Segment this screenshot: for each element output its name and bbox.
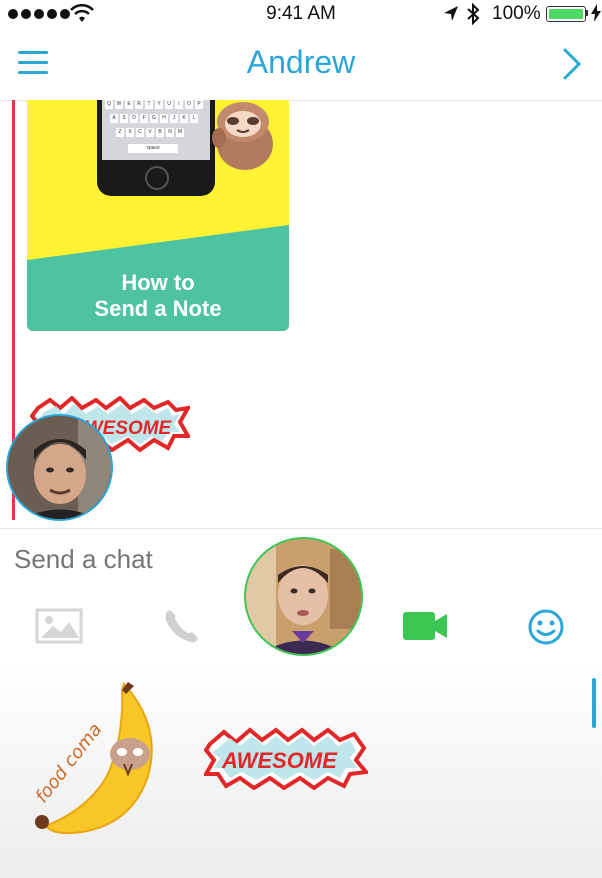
battery-tip [586, 10, 588, 16]
phone-icon[interactable] [162, 606, 202, 646]
charging-bolt-icon [591, 4, 601, 22]
how-to-note-card[interactable]: QWERTYUIOP ASDFGHJKL ZXCVBNM space How t… [27, 100, 289, 331]
chat-title[interactable]: Andrew [0, 44, 602, 81]
smile-icon[interactable] [527, 608, 565, 646]
self-video-avatar[interactable] [244, 537, 363, 656]
keyboard-illustration: QWERTYUIOP ASDFGHJKL ZXCVBNM space [102, 100, 210, 160]
video-icon[interactable] [403, 612, 449, 640]
compose-divider [0, 528, 602, 529]
battery-fill [549, 9, 583, 19]
tray-scrollbar[interactable] [592, 678, 596, 728]
phone-illustration: QWERTYUIOP ASDFGHJKL ZXCVBNM space [97, 100, 215, 196]
card-title-line2: Send a Note [94, 296, 222, 321]
bluetooth-icon [467, 3, 480, 25]
card-title-line1: How to [121, 270, 195, 295]
chevron-right-icon[interactable] [560, 47, 584, 81]
image-icon[interactable] [35, 608, 83, 644]
card-title: How to Send a Note [27, 270, 289, 322]
awesome-sticker-tray-item[interactable]: AWESOME [204, 726, 368, 790]
chat-header: Andrew [0, 28, 602, 101]
andrew-avatar[interactable] [6, 414, 113, 521]
andrew-face [8, 416, 111, 519]
location-arrow-icon [444, 6, 458, 21]
status-bar: 9:41 AM 100% [0, 0, 602, 28]
home-button-illustration [145, 166, 169, 190]
self-face [246, 539, 361, 654]
chat-input[interactable] [14, 544, 254, 575]
battery-percentage: 100% [492, 3, 541, 24]
food-coma-banana-sticker[interactable]: food coma [24, 676, 164, 838]
sloth-illustration [212, 102, 273, 170]
awesome-tray-text: AWESOME [221, 748, 338, 773]
battery-icon [546, 6, 586, 22]
